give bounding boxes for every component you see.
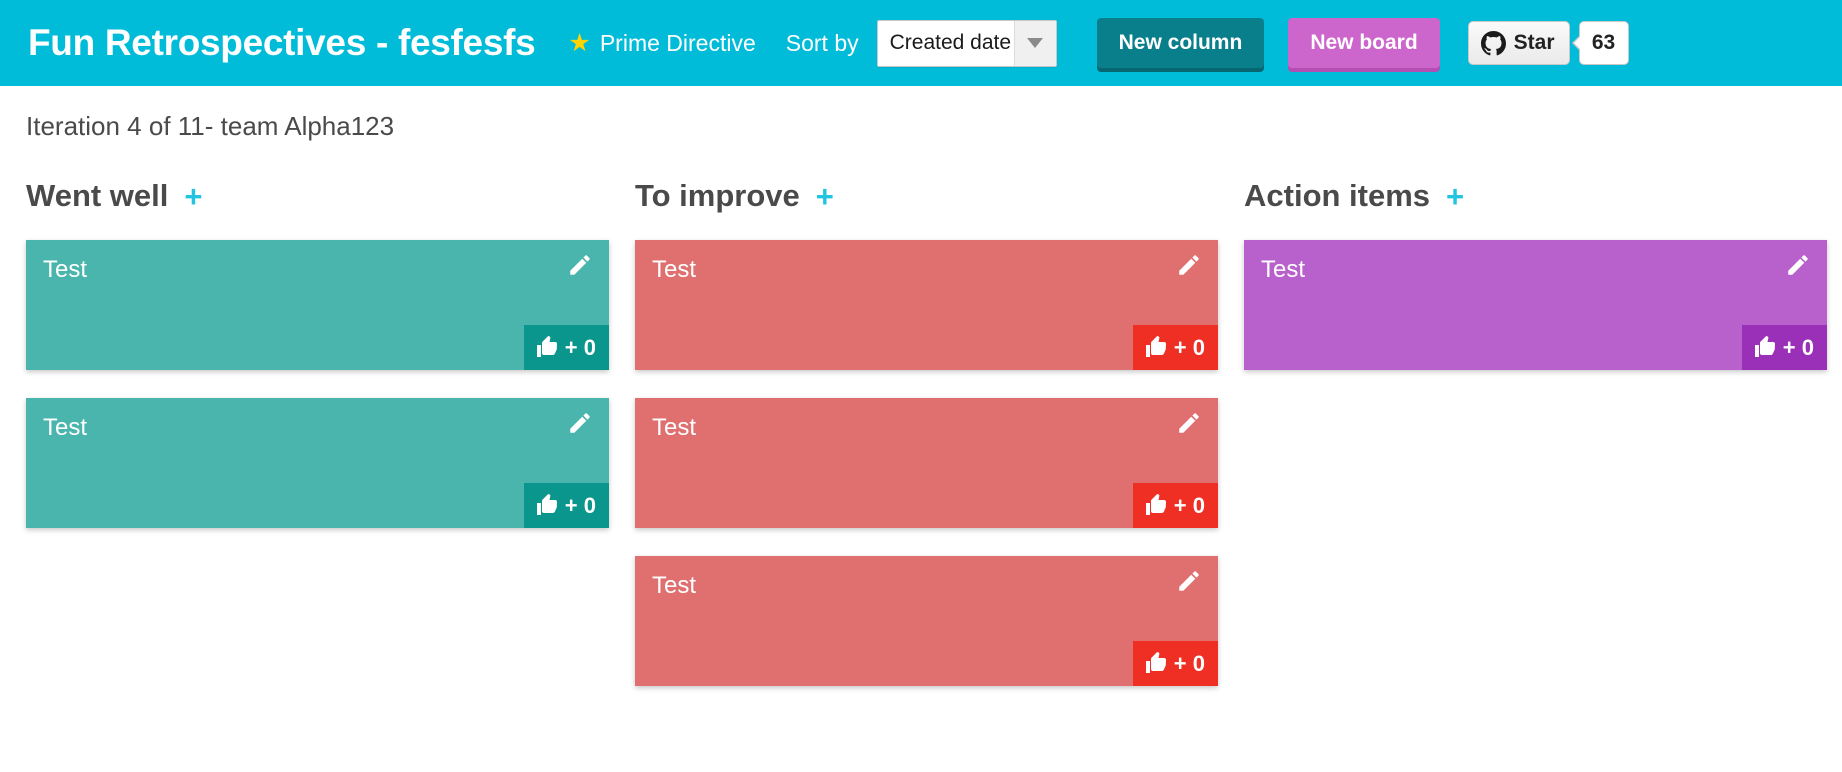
vote-count: + 0 — [1173, 492, 1205, 518]
card-text: Test — [43, 256, 88, 283]
github-star-label: Star — [1513, 31, 1555, 54]
vote-button[interactable]: + 0 — [1132, 325, 1218, 370]
new-column-button[interactable]: New column — [1096, 18, 1265, 68]
chevron-down-icon — [1013, 20, 1056, 66]
vote-count: + 0 — [564, 492, 596, 518]
sort-by-label: Sort by — [785, 29, 859, 56]
card-text: Test — [652, 256, 697, 283]
page-title: Fun Retrospectives - fesfesfs — [28, 22, 536, 63]
vote-button[interactable]: + 0 — [523, 325, 609, 370]
vote-button[interactable]: + 0 — [1132, 483, 1218, 528]
pencil-edit-icon[interactable] — [1176, 410, 1206, 440]
star-icon: ★ — [568, 28, 591, 57]
pencil-edit-icon[interactable] — [1176, 568, 1206, 598]
vote-count: + 0 — [1173, 650, 1205, 676]
sort-by-selected-value: Created date — [889, 31, 1012, 54]
thumbs-up-icon — [1144, 493, 1168, 518]
vote-count: + 0 — [1173, 334, 1205, 360]
github-star-count[interactable]: 63 — [1578, 21, 1629, 65]
column-action-items: Action items + Test + 0 — [1244, 176, 1827, 398]
column-title: Went well — [26, 178, 169, 213]
card-text: Test — [43, 414, 88, 441]
column-header: Action items + — [1244, 176, 1827, 216]
vote-button[interactable]: + 0 — [1132, 641, 1218, 686]
pencil-edit-icon[interactable] — [567, 252, 597, 282]
thumbs-up-icon — [1144, 651, 1168, 676]
card-text: Test — [1261, 256, 1306, 283]
column-went-well: Went well + Test + 0 Test + 0 — [26, 176, 609, 556]
app-header: Fun Retrospectives - fesfesfs ★ Prime Di… — [0, 0, 1842, 86]
pencil-edit-icon[interactable] — [1176, 252, 1206, 282]
sort-by-select[interactable]: Created date — [876, 19, 1057, 67]
new-board-button[interactable]: New board — [1288, 18, 1440, 68]
pencil-edit-icon[interactable] — [1785, 252, 1815, 282]
column-to-improve: To improve + Test + 0 Test + 0 Test + 0 — [635, 176, 1218, 714]
thumbs-up-icon — [535, 335, 559, 360]
card[interactable]: Test + 0 — [635, 556, 1218, 686]
card-text: Test — [652, 414, 697, 441]
pencil-edit-icon[interactable] — [567, 410, 597, 440]
card[interactable]: Test + 0 — [635, 398, 1218, 528]
add-card-plus-icon[interactable]: + — [184, 181, 202, 212]
column-title: Action items — [1244, 178, 1431, 213]
prime-directive-link[interactable]: ★ Prime Directive — [568, 30, 755, 57]
card[interactable]: Test + 0 — [26, 240, 609, 370]
vote-button[interactable]: + 0 — [1741, 325, 1827, 370]
vote-count: + 0 — [564, 334, 596, 360]
github-icon — [1480, 30, 1506, 56]
thumbs-up-icon — [535, 493, 559, 518]
vote-button[interactable]: + 0 — [523, 483, 609, 528]
retrospective-board: Went well + Test + 0 Test + 0 To improve… — [0, 142, 1842, 714]
thumbs-up-icon — [1144, 335, 1168, 360]
column-header: Went well + — [26, 176, 609, 216]
column-title: To improve — [635, 178, 800, 213]
card[interactable]: Test + 0 — [1244, 240, 1827, 370]
thumbs-up-icon — [1753, 335, 1777, 360]
card[interactable]: Test + 0 — [26, 398, 609, 528]
github-star-widget: Star 63 — [1467, 21, 1629, 65]
vote-count: + 0 — [1782, 334, 1814, 360]
add-card-plus-icon[interactable]: + — [816, 181, 834, 212]
prime-directive-label: Prime Directive — [599, 29, 756, 56]
add-card-plus-icon[interactable]: + — [1446, 181, 1464, 212]
iteration-subtitle: Iteration 4 of 11- team Alpha123 — [26, 111, 395, 141]
column-header: To improve + — [635, 176, 1218, 216]
card[interactable]: Test + 0 — [635, 240, 1218, 370]
card-text: Test — [652, 572, 697, 599]
github-star-button[interactable]: Star — [1467, 21, 1570, 65]
github-star-count-wrap: 63 — [1571, 21, 1629, 65]
